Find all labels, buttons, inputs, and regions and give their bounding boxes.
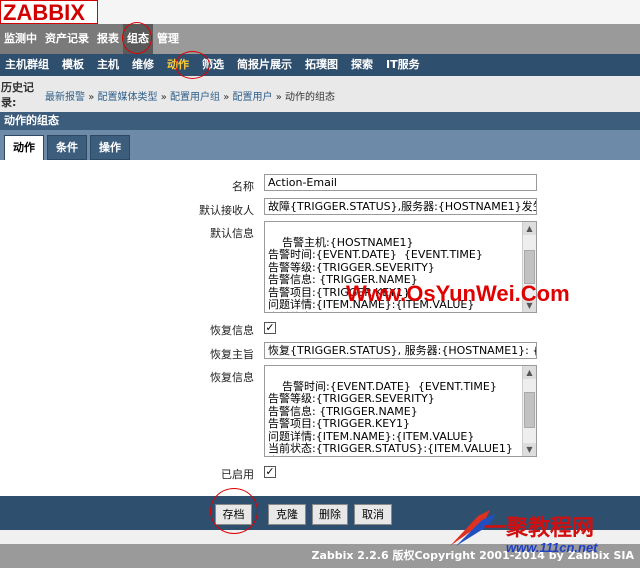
- default-message-label: 默认信息: [210, 227, 254, 240]
- watermark-osyunwei: Www.OsYunWei.Com: [346, 281, 570, 306]
- main-menu-reports[interactable]: 报表: [93, 24, 123, 54]
- sub-menu-slide-shows[interactable]: 简报片展示: [232, 54, 300, 76]
- recovery-message-checkbox-label: 恢复信息: [210, 324, 254, 337]
- watermark-brand-url: www.111cn.net: [506, 540, 598, 555]
- history-label: 历史记录:: [1, 81, 34, 109]
- recovery-subject-label: 恢复主旨: [210, 348, 254, 361]
- history-separator: »: [88, 92, 95, 103]
- tab-conditions[interactable]: 条件: [47, 135, 87, 160]
- sub-menu-maps[interactable]: 拓璞图: [300, 54, 346, 76]
- recovery-subject-input[interactable]: 恢复{TRIGGER.STATUS}, 服务器:{HOSTNAME1}: {T: [264, 342, 537, 359]
- main-menu: 监测中 资产记录 报表 组态 管理: [0, 24, 640, 54]
- sub-menu-it-services[interactable]: IT服务: [381, 54, 428, 76]
- default-recipient-label: 默认接收人: [199, 204, 254, 217]
- history-link-user-groups[interactable]: 配置用户组: [170, 92, 220, 103]
- history-link-latest-alerts[interactable]: 最新报警: [45, 92, 85, 103]
- annotation-circle-configuration: [122, 22, 152, 54]
- recovery-message-label: 恢复信息: [210, 371, 254, 384]
- annotation-circle-save: [210, 488, 258, 534]
- history-separator: »: [160, 92, 167, 103]
- history-separator: »: [223, 92, 230, 103]
- recovery-message-textarea[interactable]: 告警时间:{EVENT.DATE} {EVENT.TIME} 告警等级:{TRI…: [264, 365, 537, 457]
- recovery-message-scrollbar[interactable]: ▲ ▼: [522, 366, 536, 456]
- scroll-up-icon[interactable]: ▲: [523, 366, 536, 379]
- tab-operations[interactable]: 操作: [90, 135, 130, 160]
- history-link-users[interactable]: 配置用户: [233, 92, 273, 103]
- sub-menu-maintenance[interactable]: 维修: [127, 54, 162, 76]
- zabbix-logo[interactable]: ZABBIX: [0, 0, 98, 25]
- tab-action[interactable]: 动作: [4, 135, 44, 160]
- annotation-circle-actions: [175, 51, 210, 79]
- scroll-down-icon[interactable]: ▼: [523, 443, 536, 456]
- sub-menu-templates[interactable]: 模板: [57, 54, 92, 76]
- recovery-message-checkbox[interactable]: ✓: [264, 322, 276, 334]
- delete-button[interactable]: 删除: [312, 504, 348, 525]
- main-menu-monitoring[interactable]: 监测中: [0, 24, 41, 54]
- history-separator: »: [275, 92, 282, 103]
- sub-menu-discovery[interactable]: 探索: [346, 54, 381, 76]
- history-link-media-types[interactable]: 配置媒体类型: [98, 92, 158, 103]
- enabled-label: 已启用: [221, 468, 254, 481]
- action-form: 名称 Action-Email 默认接收人 故障{TRIGGER.STATUS}…: [0, 160, 640, 496]
- name-label: 名称: [232, 180, 254, 193]
- recovery-message-text: 告警时间:{EVENT.DATE} {EVENT.TIME} 告警等级:{TRI…: [268, 379, 513, 456]
- main-menu-inventory[interactable]: 资产记录: [41, 24, 93, 54]
- scrollbar-thumb[interactable]: [524, 392, 535, 428]
- name-input[interactable]: Action-Email: [264, 174, 537, 191]
- main-menu-administration[interactable]: 管理: [153, 24, 183, 54]
- sub-menu: 主机群组 模板 主机 维修 动作 筛选 简报片展示 拓璞图 探索 IT服务: [0, 54, 640, 76]
- history-link-action-config[interactable]: 动作的组态: [285, 92, 335, 103]
- scroll-up-icon[interactable]: ▲: [523, 222, 536, 235]
- section-title: 动作的组态: [0, 112, 640, 130]
- history-trail: 最新报警 » 配置媒体类型 » 配置用户组 » 配置用户 » 动作的组态: [45, 88, 335, 103]
- breadcrumb: 历史记录: 最新报警 » 配置媒体类型 » 配置用户组 » 配置用户 » 动作的…: [0, 76, 640, 112]
- clone-button[interactable]: 克隆: [268, 504, 306, 525]
- cancel-button[interactable]: 取消: [354, 504, 392, 525]
- watermark-brand: 一聚教程网: [484, 516, 595, 541]
- scrollbar-thumb[interactable]: [524, 250, 535, 284]
- top-bar: ZABBIX: [0, 0, 640, 25]
- sub-menu-host-groups[interactable]: 主机群组: [0, 54, 57, 76]
- tab-bar: 动作 条件 操作: [0, 130, 640, 160]
- enabled-checkbox[interactable]: ✓: [264, 466, 276, 478]
- sub-menu-hosts[interactable]: 主机: [92, 54, 127, 76]
- default-recipient-input[interactable]: 故障{TRIGGER.STATUS},服务器:{HOSTNAME1}发生:: [264, 198, 537, 215]
